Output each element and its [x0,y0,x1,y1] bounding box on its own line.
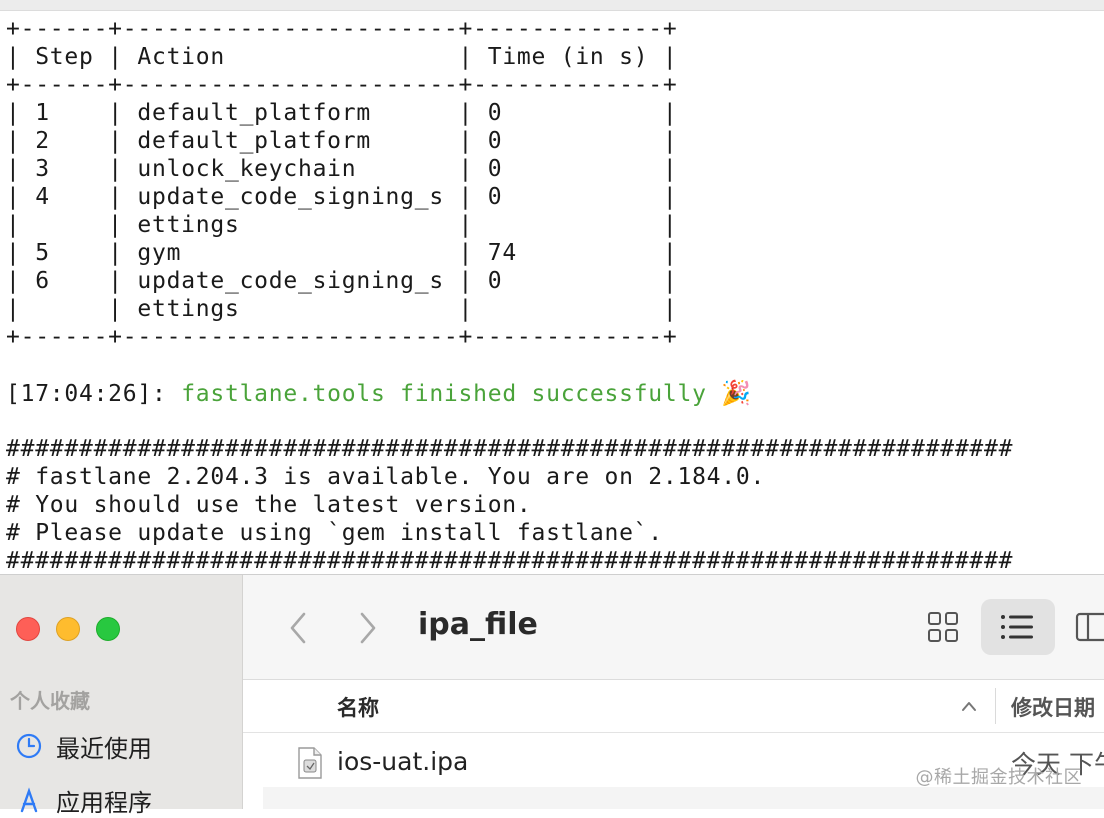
time-cell: 0 [487,100,503,126]
chevron-up-icon[interactable] [961,700,977,712]
ipa-file-icon [298,747,322,779]
table-row-continuation: | | ettings | | [6,212,678,238]
column-date-header[interactable]: 修改日期 [1011,692,1095,722]
close-window-button[interactable] [16,617,40,641]
success-line: [17:04:26]: fastlane.tools finished succ… [6,379,1013,407]
action-cell-wrapped: update_code_signing_s [137,268,444,294]
minimize-window-button[interactable] [56,617,80,641]
chevron-right-icon[interactable] [355,609,381,647]
finder-toolbar: ipa_file [243,575,1104,680]
header-time: Time (in s) [487,44,649,70]
table-row-continuation: | | ettings | | [6,296,678,322]
sidebar-section-favorites: 个人收藏 [10,689,90,713]
grid-icon [928,612,958,642]
terminal-title-bar [0,0,1104,11]
time-cell: 0 [487,156,503,182]
action-cell-wrapped: update_code_signing_s [137,184,444,210]
list-view-button[interactable] [981,599,1055,655]
update-notice-line: # You should use the latest version. [6,492,532,518]
column-header: 名称 修改日期 [243,680,1104,733]
table-row: | 5 | gym | 74 | [6,240,678,266]
action-cell: default_platform [137,100,371,126]
update-notice-line: # fastlane 2.204.3 is available. You are… [6,464,766,490]
action-cell-wrapped-rest: ettings [137,212,255,238]
terminal-window: +------+-----------------------+--------… [0,0,1104,574]
hash-divider: ########################################… [6,548,1014,574]
chevron-left-icon[interactable] [285,609,311,647]
step-cell: 1 [35,100,50,126]
time-cell: 74 [487,240,517,266]
table-row: | 2 | default_platform | 0 | [6,128,678,154]
table-row: | 1 | default_platform | 0 | [6,100,678,126]
hash-divider: ########################################… [6,436,1014,462]
column-divider[interactable] [995,688,996,724]
list-icon [1001,615,1033,639]
table-row: | 4 | update_code_signing_s | 0 | [6,184,678,210]
update-notice-line: # Please update using `gem install fastl… [6,520,663,546]
icon-view-button[interactable] [915,599,971,655]
table-border: +------+-----------------------+--------… [6,16,678,42]
zoom-window-button[interactable] [96,617,120,641]
step-cell: 5 [35,240,50,266]
action-cell: gym [137,240,182,266]
sidebar-item-applications[interactable]: 应用程序 [14,783,152,817]
terminal-output: +------+-----------------------+--------… [6,15,1013,574]
table-border: +------+-----------------------+--------… [6,72,678,98]
table-row: | 3 | unlock_keychain | 0 | [6,156,678,182]
success-message: fastlane.tools finished successfully [181,381,707,407]
finder-window: 个人收藏 最近使用 应用程序 ipa_file 名称 修改日期 ios-uat.… [0,574,1104,817]
action-cell: unlock_keychain [137,156,357,182]
sidebar-item-recents[interactable]: 最近使用 [14,729,152,763]
sidebar-item-label: 应用程序 [56,788,152,817]
watermark: @稀土掘金技术社区 [915,767,1082,788]
column-name-header[interactable]: 名称 [337,692,379,722]
finder-sidebar: 个人收藏 最近使用 应用程序 [0,575,243,817]
step-cell: 4 [35,184,50,210]
time-cell: 0 [487,268,503,294]
table-header-row: | Step | Action | Time (in s) | [6,44,678,70]
header-step: Step [35,44,94,70]
time-cell: 0 [487,128,503,154]
header-action: Action [137,44,225,70]
time-cell: 0 [487,184,503,210]
action-cell-wrapped-rest: ettings [137,296,255,322]
clock-icon [16,733,42,759]
file-name: ios-uat.ipa [337,747,469,776]
step-cell: 2 [35,128,50,154]
table-row: | 6 | update_code_signing_s | 0 | [6,268,678,294]
columns-icon [1075,612,1104,642]
table-border: +------+-----------------------+--------… [6,324,678,350]
applications-icon [20,787,38,813]
empty-row [263,787,1104,809]
step-cell: 6 [35,268,50,294]
window-title: ipa_file [418,607,538,642]
party-popper-icon: 🎉 [721,379,752,407]
action-cell: default_platform [137,128,371,154]
success-timestamp: [17:04:26]: [6,381,167,407]
column-view-button[interactable] [1069,599,1104,655]
sidebar-item-label: 最近使用 [56,734,152,763]
step-cell: 3 [35,156,50,182]
